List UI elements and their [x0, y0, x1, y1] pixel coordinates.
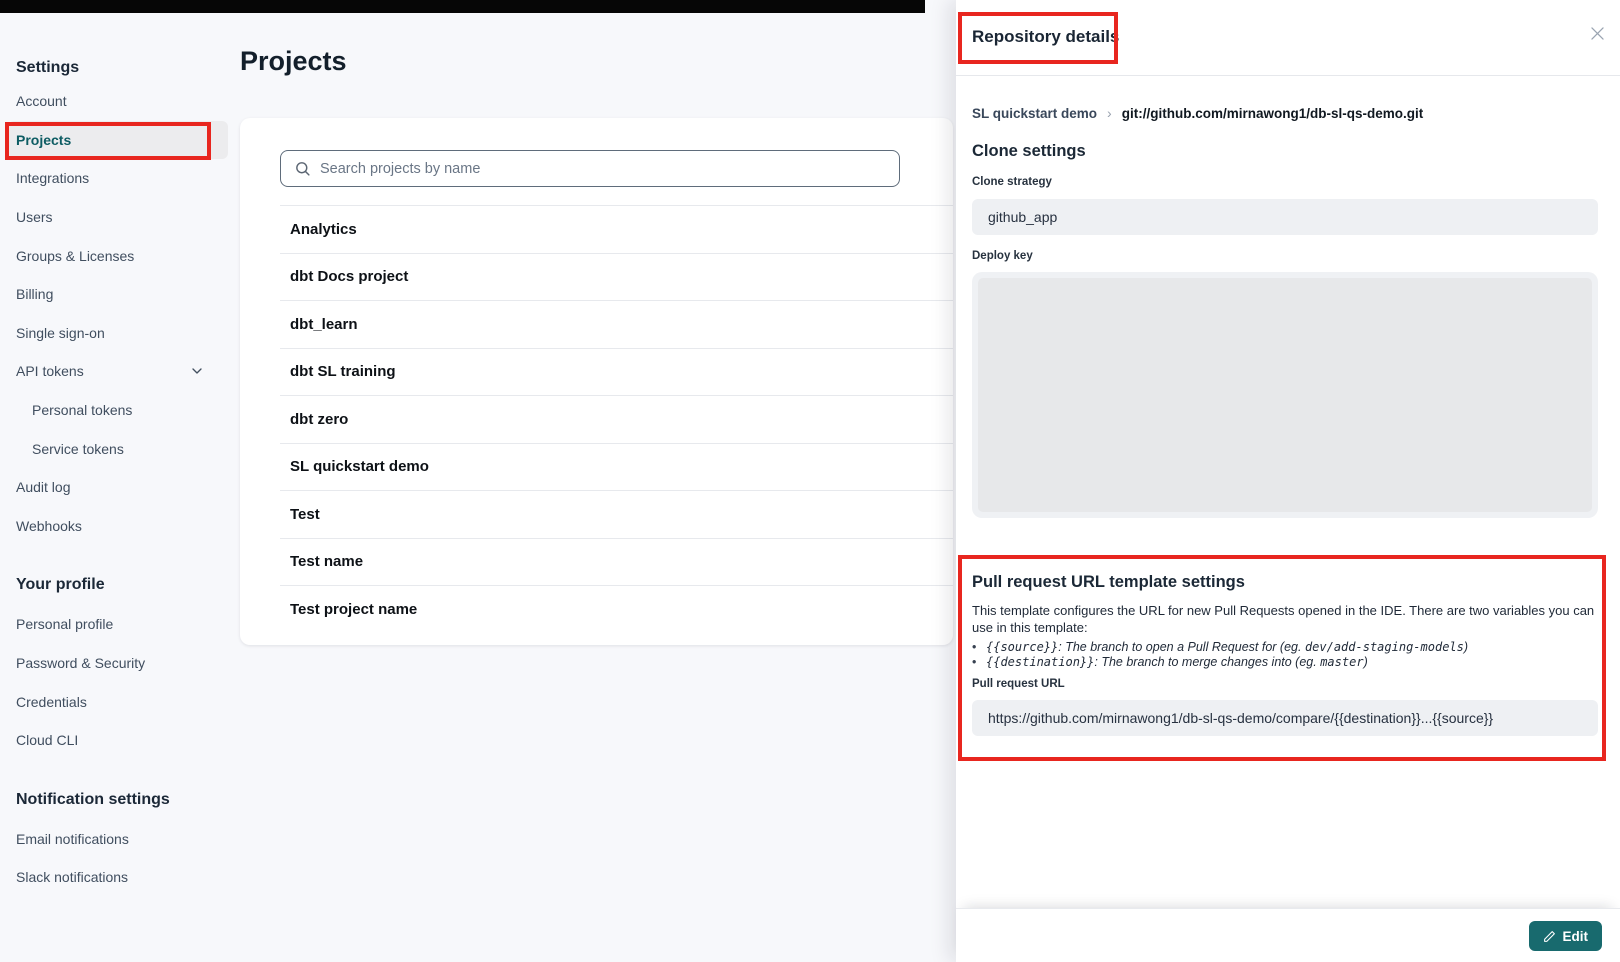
project-list: Analytics dbt Docs project dbt_learn dbt…: [280, 205, 953, 634]
sidebar-header-notification-settings: Notification settings: [16, 788, 240, 812]
edit-button-label: Edit: [1563, 929, 1589, 944]
pr-variable-source: • {{source}}: The branch to open a Pull …: [972, 640, 1598, 655]
pencil-icon: [1543, 930, 1556, 943]
sidebar-item-single-sign-on[interactable]: Single sign-on: [16, 314, 240, 353]
pr-template-heading: Pull request URL template settings: [972, 573, 1598, 594]
source-variable-code: {{source}}: [986, 640, 1058, 654]
pr-template-description: This template configures the URL for new…: [972, 602, 1598, 636]
sidebar-item-api-tokens[interactable]: API tokens: [16, 352, 240, 391]
project-row[interactable]: Analytics: [280, 206, 953, 254]
source-variable-close: ): [1464, 640, 1468, 654]
sidebar-item-users[interactable]: Users: [16, 198, 240, 237]
project-row[interactable]: SL quickstart demo: [280, 444, 953, 492]
edit-button[interactable]: Edit: [1529, 921, 1603, 951]
sidebar-nav-settings: Account Projects Integrations Users Grou…: [16, 82, 240, 545]
panel-footer: Edit: [956, 908, 1620, 962]
pull-request-url-field[interactable]: https://github.com/mirnawong1/db-sl-qs-d…: [972, 700, 1598, 736]
breadcrumb: SL quickstart demo › git://github.com/mi…: [972, 104, 1598, 122]
bullet-dot: •: [972, 655, 986, 670]
sidebar-item-billing[interactable]: Billing: [16, 275, 240, 314]
pull-request-url-label: Pull request URL: [972, 678, 1598, 692]
sidebar-item-slack-notifications[interactable]: Slack notifications: [16, 858, 240, 897]
project-row[interactable]: dbt_learn: [280, 301, 953, 349]
close-icon[interactable]: [1588, 24, 1607, 43]
search-box: [280, 150, 900, 187]
sidebar-item-webhooks[interactable]: Webhooks: [16, 507, 240, 546]
clone-settings-heading: Clone settings: [972, 142, 1598, 163]
sidebar-item-service-tokens[interactable]: Service tokens: [16, 429, 240, 468]
deploy-key-field[interactable]: [972, 272, 1598, 518]
deploy-key-redacted: [978, 278, 1592, 512]
source-variable-example: dev/add-staging-models: [1305, 640, 1464, 654]
pr-variable-list: • {{source}}: The branch to open a Pull …: [972, 640, 1598, 670]
sidebar-item-label: API tokens: [16, 363, 84, 379]
panel-header: Repository details: [956, 0, 1620, 76]
project-row[interactable]: dbt zero: [280, 396, 953, 444]
breadcrumb-chevron-icon: ›: [1107, 105, 1112, 121]
sidebar-header-settings: Settings: [16, 57, 240, 79]
destination-variable-code: {{destination}}: [986, 655, 1094, 669]
pr-description-line2: use in this template:: [972, 619, 1598, 636]
bullet-dot: •: [972, 640, 986, 655]
sidebar-item-integrations[interactable]: Integrations: [16, 159, 240, 198]
bullet-text: {{destination}}: The branch to merge cha…: [986, 655, 1368, 670]
pr-description-line1: This template configures the URL for new…: [972, 602, 1598, 619]
bullet-text: {{source}}: The branch to open a Pull Re…: [986, 640, 1468, 655]
pr-variable-destination: • {{destination}}: The branch to merge c…: [972, 655, 1598, 670]
clone-strategy-field[interactable]: github_app: [972, 199, 1598, 235]
destination-variable-desc: : The branch to merge changes into (eg.: [1094, 655, 1320, 669]
page-title: Projects: [240, 46, 347, 77]
sidebar-item-groups-licenses[interactable]: Groups & Licenses: [16, 236, 240, 275]
repository-details-panel: Repository details SL quickstart demo › …: [956, 0, 1620, 962]
sidebar-item-account[interactable]: Account: [16, 82, 240, 121]
project-row[interactable]: Test: [280, 491, 953, 539]
sidebar-item-cloud-cli[interactable]: Cloud CLI: [16, 721, 240, 760]
project-row[interactable]: Test project name: [280, 586, 953, 634]
deploy-key-label: Deploy key: [972, 250, 1598, 264]
sidebar-nav-profile: Personal profile Password & Security Cre…: [16, 605, 240, 759]
source-variable-desc: : The branch to open a Pull Request for …: [1058, 640, 1305, 654]
search-input[interactable]: [320, 161, 899, 177]
sidebar-item-personal-profile[interactable]: Personal profile: [16, 605, 240, 644]
sidebar-header-your-profile: Your profile: [16, 573, 240, 597]
project-row[interactable]: dbt Docs project: [280, 254, 953, 302]
breadcrumb-project[interactable]: SL quickstart demo: [972, 106, 1097, 121]
top-dark-bar: [0, 0, 925, 13]
search-icon: [294, 160, 311, 177]
sidebar-item-personal-tokens[interactable]: Personal tokens: [16, 391, 240, 430]
project-row[interactable]: dbt SL training: [280, 349, 953, 397]
sidebar-item-projects[interactable]: Projects: [8, 121, 228, 160]
sidebar-item-email-notifications[interactable]: Email notifications: [16, 820, 240, 859]
projects-card: Analytics dbt Docs project dbt_learn dbt…: [240, 118, 953, 645]
sidebar-item-credentials[interactable]: Credentials: [16, 682, 240, 721]
clone-strategy-label: Clone strategy: [972, 176, 1598, 190]
panel-title: Repository details: [972, 27, 1119, 47]
chevron-down-icon[interactable]: [189, 363, 205, 382]
breadcrumb-repo-url: git://github.com/mirnawong1/db-sl-qs-dem…: [1122, 106, 1423, 121]
sidebar-item-password-security[interactable]: Password & Security: [16, 644, 240, 683]
destination-variable-example: master: [1320, 655, 1363, 669]
panel-body: SL quickstart demo › git://github.com/mi…: [956, 104, 1620, 736]
destination-variable-close: ): [1364, 655, 1368, 669]
project-row[interactable]: Test name: [280, 539, 953, 587]
settings-sidebar: Settings Account Projects Integrations U…: [0, 13, 240, 897]
sidebar-item-audit-log[interactable]: Audit log: [16, 468, 240, 507]
sidebar-nav-notifications: Email notifications Slack notifications: [16, 820, 240, 897]
